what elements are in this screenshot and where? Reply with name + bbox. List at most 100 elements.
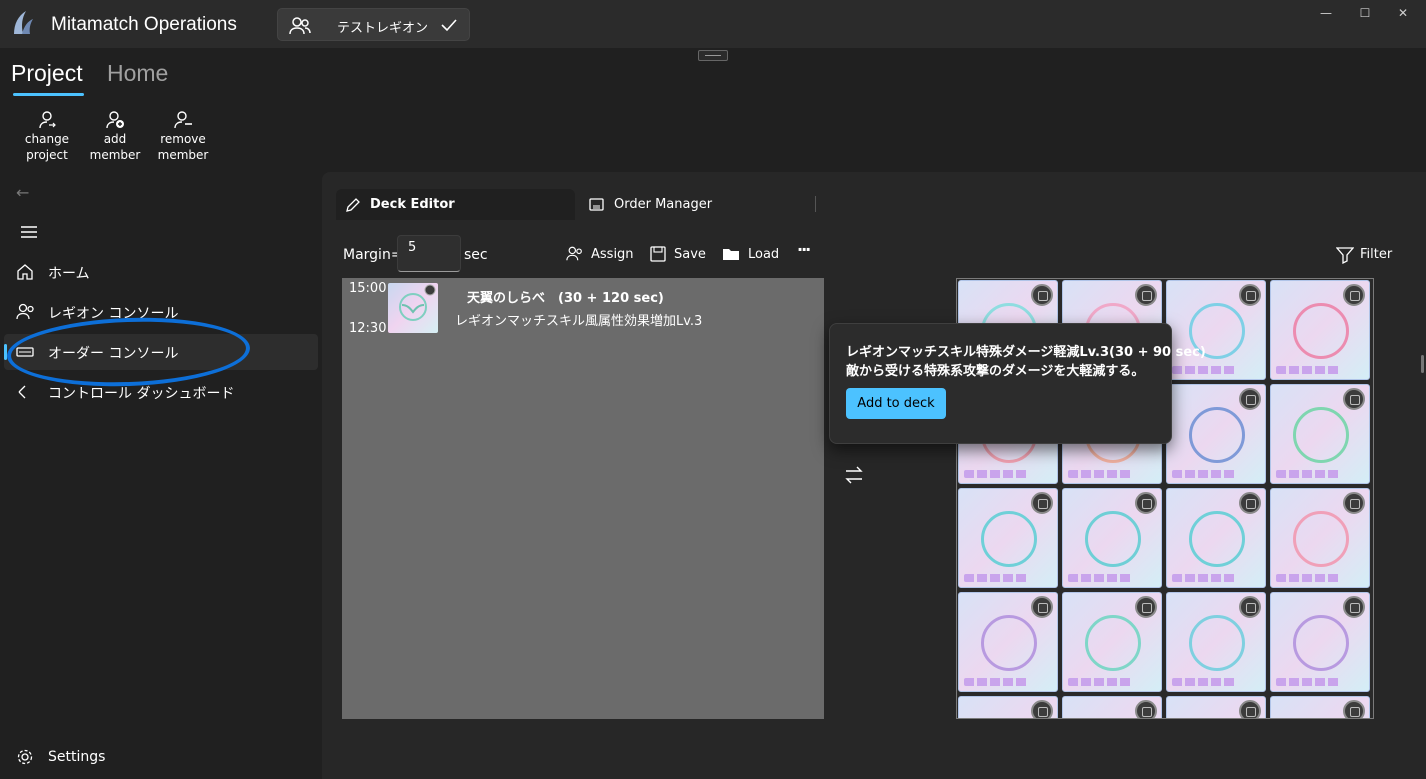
tab-home[interactable]: Home [107, 60, 168, 87]
people-icon [289, 17, 311, 35]
rarity-stars [1172, 678, 1236, 686]
active-tab-indicator [13, 93, 84, 96]
swap-arrows-icon[interactable] [844, 464, 864, 486]
tab-deck-editor[interactable]: Deck Editor [336, 189, 575, 220]
memoria-card[interactable] [1166, 488, 1266, 588]
wing-emblem-icon [399, 284, 436, 321]
minimize-button[interactable]: — [1304, 0, 1348, 26]
settings-label: Settings [48, 749, 106, 765]
person-remove-icon [174, 111, 192, 129]
assign-button[interactable]: Assign [566, 245, 634, 265]
memoria-emblem-icon [981, 615, 1037, 671]
memoria-card[interactable] [958, 696, 1058, 718]
check-icon[interactable] [440, 16, 458, 34]
close-button[interactable]: ✕ [1381, 0, 1425, 26]
ribbon-collapse-handle[interactable] [698, 50, 728, 61]
rarity-stars [1276, 678, 1340, 686]
memoria-emblem-icon [1189, 511, 1245, 567]
settings-button[interactable]: Settings [16, 748, 105, 770]
card-corner-icon [1135, 492, 1157, 514]
memoria-card[interactable] [1062, 488, 1162, 588]
order-description: レギオンマッチスキル風属性効果増加Lv.3 [455, 314, 703, 329]
card-corner-icon [1239, 388, 1261, 410]
rarity-stars [1172, 470, 1236, 478]
legion-name: テストレギオン [337, 21, 429, 36]
add-member-label-1: add [103, 132, 127, 146]
people-icon [566, 246, 582, 261]
legion-selector[interactable]: テストレギオン [277, 8, 470, 41]
tab-order-manager[interactable]: Order Manager [580, 189, 816, 220]
add-to-deck-button[interactable]: Add to deck [846, 388, 946, 419]
tooltip-description: 敵から受ける特殊系攻撃のダメージを大軽減する。 [846, 364, 1145, 379]
card-corner-icon [1343, 492, 1365, 514]
rarity-stars [1172, 574, 1236, 582]
filter-icon [1335, 247, 1355, 265]
card-corner-icon [1031, 700, 1053, 718]
margin-label: Margin= [343, 247, 403, 263]
app-logo-icon [14, 11, 33, 34]
assign-label: Assign [591, 247, 634, 262]
remove-member-button[interactable]: remove member [151, 110, 215, 163]
people-icon [16, 303, 34, 320]
back-arrow-icon[interactable]: ← [16, 183, 29, 202]
add-member-button[interactable]: add member [83, 110, 147, 163]
maximize-icon: ☐ [1359, 6, 1371, 20]
rarity-stars [1276, 574, 1340, 582]
sidebar-item-label: ホーム [48, 266, 90, 282]
memoria-emblem-icon [1085, 615, 1141, 671]
change-project-button[interactable]: change project [15, 110, 79, 163]
card-corner-icon [1343, 388, 1365, 410]
memoria-emblem-icon [1293, 511, 1349, 567]
more-button[interactable]: ··· [797, 240, 819, 264]
memoria-card[interactable] [1270, 280, 1370, 380]
rarity-stars [1068, 678, 1132, 686]
change-project-label-2: project [26, 148, 68, 162]
hamburger-menu-icon[interactable] [20, 225, 38, 239]
memoria-card[interactable] [1270, 488, 1370, 588]
rarity-stars [964, 678, 1028, 686]
scrollbar-thumb[interactable] [1421, 355, 1424, 373]
order-list[interactable]: 15:00 12:30 天翼のしらべ (30 + 120 sec) レギオンマッ… [342, 278, 824, 719]
card-corner-icon [1135, 700, 1157, 718]
order-start-time: 15:00 [349, 281, 387, 296]
memoria-card[interactable] [1166, 384, 1266, 484]
memoria-card[interactable] [1270, 592, 1370, 692]
folder-icon [723, 249, 739, 260]
memoria-card[interactable] [958, 592, 1058, 692]
gear-icon [17, 749, 33, 765]
card-corner-icon [1239, 700, 1261, 718]
memoria-emblem-icon [981, 511, 1037, 567]
tooltip-title: レギオンマッチスキル特殊ダメージ軽減Lv.3(30 + 90 sec) [846, 345, 1206, 360]
person-add-icon [106, 111, 124, 129]
order-end-time: 12:30 [349, 321, 387, 336]
rarity-stars [964, 574, 1028, 582]
memoria-card[interactable] [1166, 592, 1266, 692]
minimize-icon: — [1320, 6, 1332, 20]
tab-project[interactable]: Project [11, 60, 83, 87]
filter-label: Filter [1360, 247, 1393, 262]
more-icon: ··· [797, 240, 811, 259]
remove-member-label-1: remove [160, 132, 206, 146]
memoria-card[interactable] [958, 488, 1058, 588]
order-thumbnail [388, 283, 438, 333]
load-button[interactable]: Load [722, 245, 779, 265]
rarity-stars [1068, 470, 1132, 478]
margin-input[interactable] [397, 235, 461, 272]
filter-button[interactable]: Filter [1335, 246, 1392, 268]
memoria-card[interactable] [1270, 384, 1370, 484]
memoria-emblem-icon [1293, 407, 1349, 463]
memoria-emblem-icon [1293, 615, 1349, 671]
memoria-card[interactable] [1270, 696, 1370, 718]
memoria-card[interactable] [1062, 592, 1162, 692]
sidebar-item-home[interactable]: ホーム [4, 254, 318, 290]
card-corner-icon [1343, 596, 1365, 618]
memoria-card[interactable] [1166, 696, 1266, 718]
memoria-card[interactable] [1062, 696, 1162, 718]
rarity-stars [1172, 366, 1236, 374]
memoria-card[interactable] [1166, 280, 1266, 380]
close-icon: ✕ [1397, 6, 1409, 20]
manager-icon [589, 198, 604, 211]
order-title: 天翼のしらべ (30 + 120 sec) [467, 291, 664, 306]
change-project-label-1: change [24, 132, 70, 146]
save-button[interactable]: Save [649, 245, 706, 265]
